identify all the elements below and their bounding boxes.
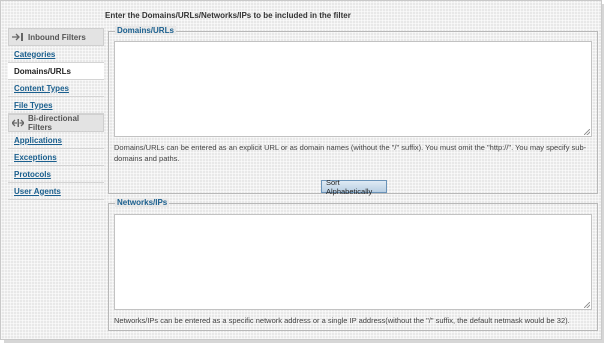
- filter-page-frame: Enter the Domains/URLs/Networks/IPs to b…: [0, 0, 602, 340]
- domains-urls-panel: Domains/URLs Domains/URLs can be entered…: [108, 26, 598, 196]
- sidebar-section-inbound: Inbound Filters: [8, 28, 104, 46]
- sidebar-item-exceptions[interactable]: Exceptions: [8, 149, 104, 166]
- networks-ips-help-text: Networks/IPs can be entered as a specifi…: [114, 316, 570, 325]
- arrow-into-bar-icon: [12, 33, 24, 41]
- sidebar-section-label: Inbound Filters: [28, 32, 86, 42]
- sidebar-item-applications[interactable]: Applications: [8, 132, 104, 149]
- sidebar: Inbound Filters Categories Domains/URLs …: [8, 28, 104, 200]
- sort-alphabetically-button[interactable]: Sort Alphabetically: [321, 178, 387, 196]
- sidebar-item-content-types[interactable]: Content Types: [8, 80, 104, 97]
- networks-ips-panel: Networks/IPs Networks/IPs can be entered…: [108, 198, 598, 331]
- resize-grip-icon[interactable]: [584, 302, 590, 308]
- domains-urls-legend: Domains/URLs: [115, 26, 176, 35]
- networks-ips-legend: Networks/IPs: [115, 198, 170, 207]
- sidebar-section-bidirectional: Bi-directional Filters: [8, 114, 104, 132]
- sidebar-item-domains-urls[interactable]: Domains/URLs: [8, 63, 104, 80]
- resize-grip-icon[interactable]: [584, 129, 590, 135]
- sidebar-section-label: Bi-directional Filters: [28, 114, 80, 132]
- double-arrow-icon: [12, 119, 24, 127]
- networks-ips-textarea[interactable]: [114, 214, 592, 310]
- domains-urls-textarea[interactable]: [114, 41, 592, 137]
- domains-urls-help-text: Domains/URLs can be entered as an explic…: [114, 143, 587, 163]
- sidebar-item-user-agents[interactable]: User Agents: [8, 183, 104, 200]
- sidebar-item-categories[interactable]: Categories: [8, 46, 104, 63]
- page-title: Enter the Domains/URLs/Networks/IPs to b…: [105, 11, 351, 20]
- sidebar-item-protocols[interactable]: Protocols: [8, 166, 104, 183]
- sidebar-item-file-types[interactable]: File Types: [8, 97, 104, 114]
